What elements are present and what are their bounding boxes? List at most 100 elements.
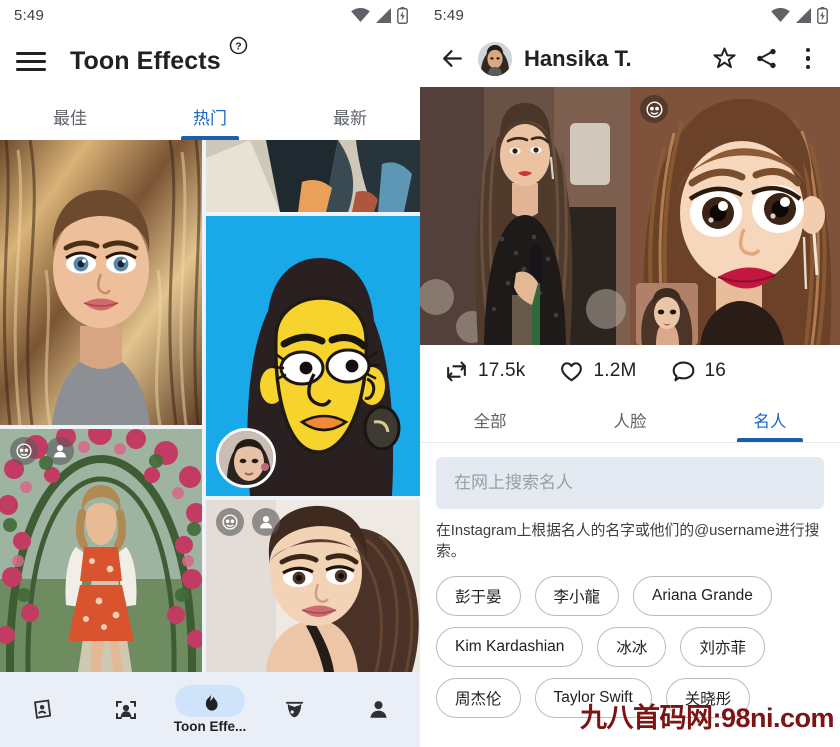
tab-label: 热门 (193, 108, 227, 128)
engagement-stats: 17.5k 1.2M 16 (420, 345, 840, 397)
arrow-left-icon (442, 50, 462, 67)
avatar[interactable] (478, 41, 512, 76)
status-icons (771, 6, 828, 24)
original-photo[interactable] (420, 87, 630, 345)
signal-icon (796, 7, 811, 23)
filter-tabs: 全部 人脸 名人 (420, 397, 840, 443)
search-box[interactable] (436, 457, 824, 509)
more-options-button[interactable] (788, 39, 828, 79)
tab-indicator (737, 438, 803, 442)
face-scan-icon (116, 700, 136, 719)
dual-screenshot: 5:49 Toon Effects ? 最佳 热门 最新 Toon Effe..… (0, 0, 840, 747)
before-after-hero (420, 87, 840, 345)
chip-celebrity[interactable]: Taylor Swift (534, 677, 652, 718)
page-title: Toon Effects (70, 46, 221, 75)
nav-pill-active (175, 685, 245, 717)
left-phone-screen: 5:49 Toon Effects ? 最佳 热门 最新 Toon Effe..… (0, 0, 420, 747)
star-outline-icon (712, 47, 736, 69)
chip-celebrity[interactable]: 冰冰 (597, 626, 667, 667)
right-app-bar: Hansika T. (420, 30, 840, 87)
nav-item-flower[interactable] (252, 694, 336, 726)
help-circle-icon[interactable]: ? (229, 36, 248, 60)
hamburger-menu-icon[interactable] (16, 44, 50, 78)
person-icon (252, 508, 280, 536)
tab-label: 名人 (753, 412, 787, 431)
tab-popular[interactable]: 热门 (140, 92, 280, 140)
nav-item-face-scan[interactable] (84, 694, 168, 726)
toon-face-icon (216, 508, 244, 536)
search-input[interactable] (454, 473, 806, 493)
nav-pill (343, 694, 413, 726)
chip-celebrity[interactable]: Kim Kardashian (436, 626, 584, 667)
comment-icon (672, 361, 694, 381)
tab-best[interactable]: 最佳 (0, 92, 140, 140)
share-button[interactable] (746, 39, 786, 79)
nav-pill (259, 694, 329, 726)
person-icon (369, 701, 387, 718)
toonified-photo[interactable] (630, 87, 840, 345)
person-icon (46, 437, 74, 465)
favorite-button[interactable] (704, 39, 744, 79)
toon-face-icon (10, 437, 38, 465)
status-bar: 5:49 (0, 0, 420, 30)
stat-comments[interactable]: 16 (671, 359, 727, 384)
status-icons (351, 6, 408, 24)
nav-item-toon-effects[interactable]: Toon Effe... (168, 685, 252, 734)
hero-badges (640, 95, 668, 123)
nav-item-cards[interactable] (0, 694, 84, 726)
stat-repost[interactable]: 17.5k (444, 359, 525, 384)
chip-celebrity[interactable]: 关晓彤 (665, 677, 751, 718)
original-photo-art (420, 87, 630, 345)
battery-charging-icon (397, 6, 408, 24)
effects-grid (0, 140, 420, 672)
flower-bud-icon (285, 701, 303, 718)
tab-celebrities[interactable]: 名人 (700, 397, 840, 442)
tab-label: 最佳 (53, 108, 87, 128)
source-face-thumb-art (636, 283, 698, 345)
back-button[interactable] (434, 41, 470, 77)
flame-icon (205, 691, 218, 711)
signal-icon (376, 7, 391, 23)
tab-all[interactable]: 全部 (420, 397, 560, 442)
left-app-bar: Toon Effects ? (0, 30, 420, 92)
tab-label: 全部 (473, 412, 507, 431)
source-face-thumb (636, 283, 698, 345)
stat-likes[interactable]: 1.2M (559, 359, 636, 384)
stat-value: 17.5k (478, 360, 526, 381)
chip-celebrity[interactable]: 彭于晏 (436, 575, 521, 616)
tab-faces[interactable]: 人脸 (560, 397, 700, 442)
grid-badges (10, 437, 74, 465)
celebrity-chip-list: 彭于晏 李小龍 Ariana Grande Kim Kardashian 冰冰 … (420, 564, 840, 718)
chip-celebrity[interactable]: 周杰伦 (436, 677, 521, 718)
chip-celebrity[interactable]: 李小龍 (534, 575, 620, 616)
status-bar: 5:49 (420, 0, 840, 30)
svg-text:?: ? (235, 42, 241, 53)
category-tabs: 最佳 热门 最新 (0, 92, 420, 140)
chip-celebrity[interactable]: 刘亦菲 (680, 626, 765, 667)
nav-item-label: Toon Effe... (173, 719, 247, 734)
avatar-art (478, 41, 512, 76)
stat-value: 16 (704, 360, 727, 381)
tab-label: 人脸 (613, 412, 647, 431)
grid-item-toon-partial-top[interactable] (206, 140, 420, 212)
nav-pill (7, 694, 77, 726)
tab-newest[interactable]: 最新 (280, 92, 420, 140)
tab-label: 最新 (333, 108, 367, 128)
toon-partial-top-art (206, 140, 420, 212)
grid-item-toon-simpsons[interactable] (206, 216, 420, 496)
grid-item-toon-garden[interactable] (0, 429, 202, 672)
toon-face-icon (640, 95, 668, 123)
status-time: 5:49 (14, 6, 44, 24)
nav-item-profile[interactable] (336, 694, 420, 726)
grid-item-toon-portrait-blonde[interactable] (0, 140, 202, 425)
toon-portrait-blonde-art (0, 140, 202, 425)
grid-item-toon-updo[interactable] (206, 500, 420, 672)
search-section (420, 443, 840, 509)
share-icon (756, 48, 776, 69)
chip-celebrity[interactable]: Ariana Grande (633, 575, 772, 616)
battery-charging-icon (817, 6, 828, 24)
wifi-icon (771, 7, 790, 22)
stat-value: 1.2M (593, 360, 637, 381)
status-time: 5:49 (434, 6, 464, 24)
wifi-icon (351, 7, 370, 22)
